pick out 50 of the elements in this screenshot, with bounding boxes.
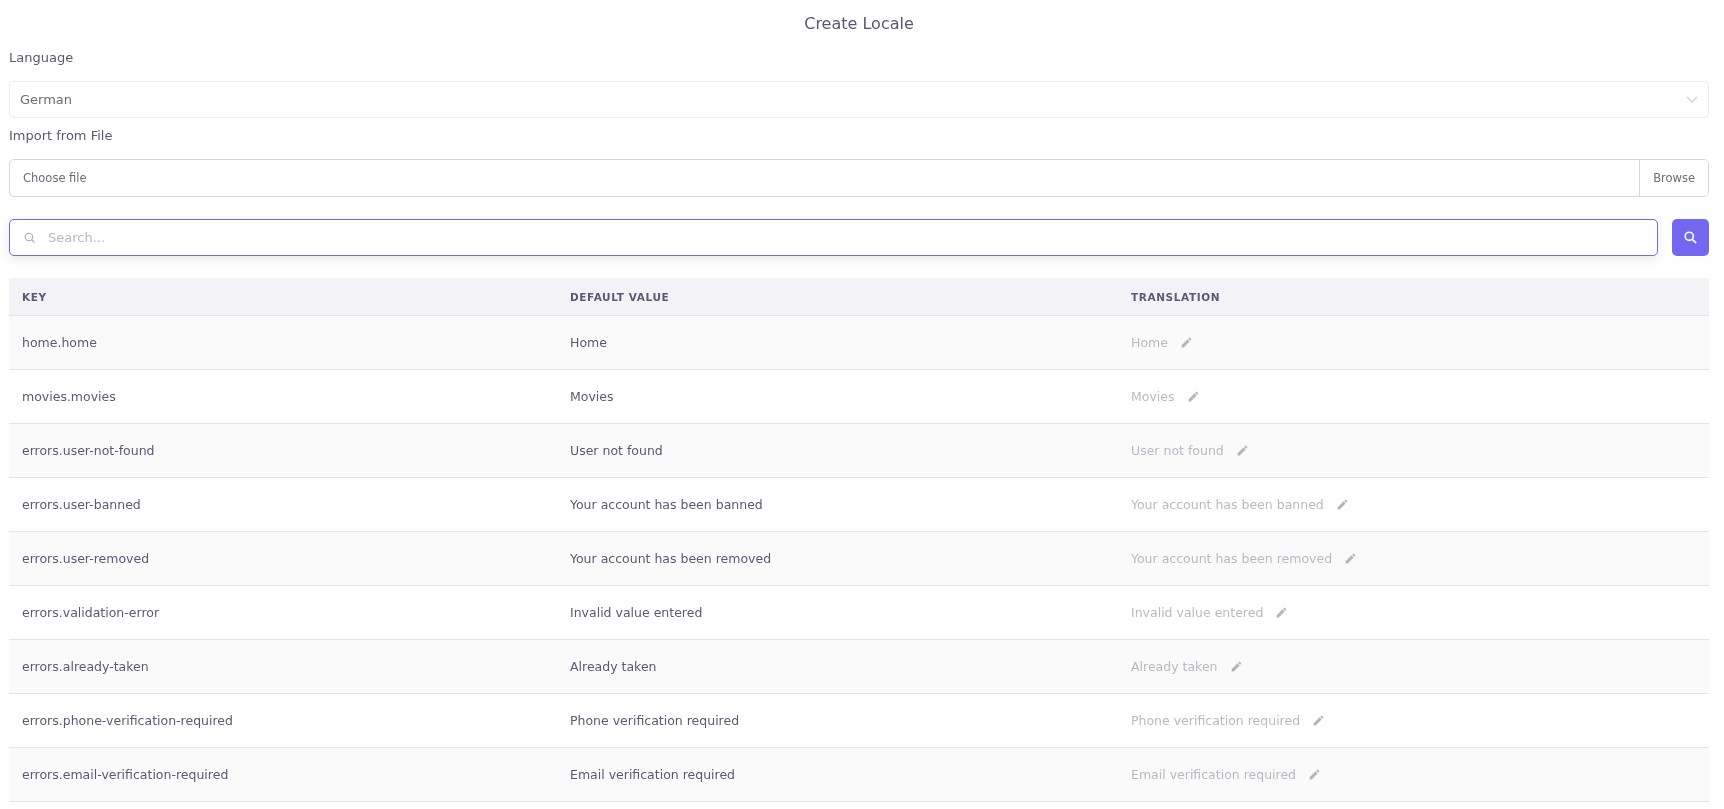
- translation-text: Already taken: [1131, 659, 1218, 674]
- translation-text: User not found: [1131, 443, 1224, 458]
- translation-text: Movies: [1131, 389, 1175, 404]
- field-label: Import from File: [9, 128, 114, 144]
- chevron-down-icon: [1686, 95, 1698, 104]
- table-cell-text: User not found: [570, 443, 664, 458]
- field-label: Language: [9, 50, 75, 66]
- translation-text: Home: [1131, 335, 1168, 350]
- pencil-icon[interactable]: [1312, 714, 1326, 727]
- table-cell-text: errors.user-removed: [22, 551, 151, 566]
- table-cell-text: home.home: [22, 335, 98, 350]
- table-cell-text: errors.validation-error: [22, 605, 161, 620]
- table-cell-text: errors.already-taken: [22, 659, 150, 674]
- column-header: TRANSLATION: [1131, 290, 1222, 303]
- translation-text: Invalid value entered: [1131, 605, 1264, 620]
- search-button[interactable]: [1672, 219, 1709, 256]
- pencil-icon[interactable]: [1229, 660, 1243, 673]
- table-cell-text: Already taken: [570, 659, 658, 674]
- table-cell-text: Invalid value entered: [570, 605, 704, 620]
- pencil-icon[interactable]: [1335, 498, 1349, 511]
- column-header: DEFAULT VALUE: [570, 290, 671, 303]
- pencil-icon[interactable]: [1308, 768, 1322, 781]
- translation-text: Phone verification required: [1131, 713, 1301, 728]
- search-icon: [1683, 230, 1698, 245]
- table-cell-text: Email verification required: [570, 767, 737, 782]
- language-select[interactable]: German: [9, 81, 1709, 118]
- table-cell-text: movies.movies: [22, 389, 117, 404]
- page-title: Create Locale: [803, 14, 915, 35]
- search-field[interactable]: Search...: [9, 219, 1658, 256]
- table-cell-text: errors.phone-verification-required: [22, 713, 234, 728]
- pencil-icon[interactable]: [1179, 336, 1193, 349]
- pencil-icon[interactable]: [1186, 390, 1200, 403]
- table-cell-text: Movies: [570, 389, 615, 404]
- pencil-icon[interactable]: [1344, 552, 1358, 565]
- table-cell-text: errors.email-verification-required: [22, 767, 230, 782]
- translation-text: Email verification required: [1131, 767, 1297, 782]
- translation-text: Your account has been banned: [1131, 497, 1324, 512]
- file-input[interactable]: Choose file Browse: [9, 159, 1709, 197]
- table-cell-text: Home: [570, 335, 608, 350]
- translation-text: Your account has been removed: [1131, 551, 1333, 566]
- pencil-icon[interactable]: [1235, 444, 1249, 457]
- table-cell-text: Your account has been banned: [570, 497, 764, 512]
- table-cell-text: Your account has been removed: [570, 551, 773, 566]
- pencil-icon[interactable]: [1275, 606, 1289, 619]
- table-cell-text: Phone verification required: [570, 713, 741, 728]
- browse-button[interactable]: Browse: [1639, 160, 1708, 196]
- table-cell-text: errors.user-not-found: [22, 443, 156, 458]
- column-header: KEY: [22, 290, 48, 303]
- table-cell-text: errors.user-banned: [22, 497, 142, 512]
- search-icon: [23, 231, 36, 244]
